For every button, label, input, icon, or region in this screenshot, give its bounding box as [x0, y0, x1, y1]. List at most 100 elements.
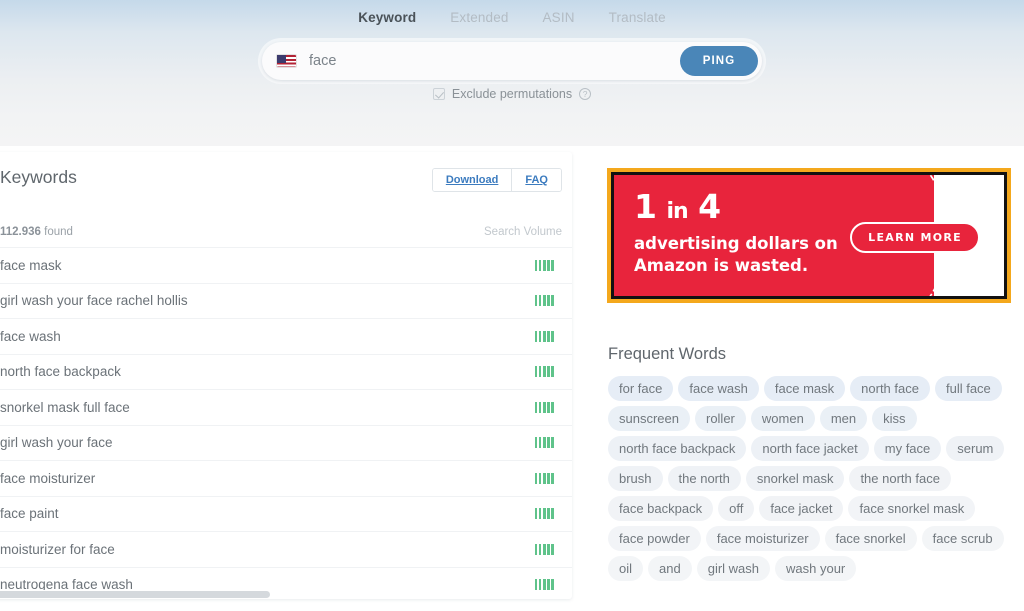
frequent-word-chip[interactable]: the north face	[849, 466, 951, 491]
exclude-permutations-checkbox[interactable]	[432, 88, 445, 100]
frequent-word-chip[interactable]: women	[750, 406, 815, 431]
volume-bar	[547, 472, 550, 484]
frequent-word-chip[interactable]: north face backpack	[608, 436, 747, 461]
keyword-text: moisturizer for face	[0, 541, 115, 557]
table-row[interactable]: north face backpack	[0, 353, 572, 390]
ad-inner-frame: 1 in 4 advertising dollars on Amazon is …	[611, 172, 1007, 299]
search-input[interactable]	[297, 52, 680, 70]
question-mark-icon[interactable]: ?	[579, 88, 592, 100]
frequent-word-chip[interactable]: brush	[608, 466, 663, 491]
found-count: 112.936 found	[0, 226, 73, 238]
frequent-word-chip[interactable]: north face	[850, 376, 930, 401]
volume-bar	[547, 437, 550, 449]
table-row[interactable]: face wash	[0, 318, 572, 354]
frequent-word-chip[interactable]: the north	[667, 466, 741, 491]
frequent-word-chip[interactable]: full face	[934, 376, 1002, 401]
keyword-text: girl wash your face rachel hollis	[0, 293, 188, 309]
advertisement-banner[interactable]: 1 in 4 advertising dollars on Amazon is …	[607, 168, 1011, 303]
volume-bar	[534, 543, 538, 555]
table-row[interactable]: girl wash your face	[0, 424, 572, 461]
volume-bar	[538, 508, 542, 520]
frequent-word-chip[interactable]: face snorkel mask	[848, 496, 976, 521]
frequent-word-chip[interactable]: face backpack	[608, 496, 714, 521]
ad-headline-number: 1	[634, 187, 657, 226]
volume-bar	[551, 330, 554, 342]
horizontal-scrollbar-thumb[interactable]	[0, 591, 270, 598]
volume-bar	[538, 401, 542, 413]
frequent-word-chip[interactable]: girl wash	[696, 556, 771, 581]
volume-bar	[534, 508, 538, 520]
ping-button[interactable]: PING	[680, 46, 758, 76]
frequent-word-chip[interactable]: face snorkel	[824, 526, 917, 551]
volume-bar	[547, 259, 550, 271]
learn-more-button[interactable]: LEARN MORE	[850, 222, 980, 253]
volume-bar	[551, 259, 554, 271]
download-button[interactable]: Download	[432, 169, 512, 191]
volume-bar	[547, 401, 550, 413]
table-row[interactable]: face mask	[0, 247, 572, 283]
keyword-text: snorkel mask full face	[0, 399, 130, 415]
exclude-permutations-label: Exclude permutations	[451, 87, 573, 101]
volume-bar	[538, 295, 542, 307]
volume-bar	[538, 543, 542, 555]
table-row[interactable]: snorkel mask full face	[0, 389, 572, 425]
ad-body-text: advertising dollars on Amazon is wasted.	[634, 234, 838, 276]
frequent-word-chip[interactable]: serum	[946, 436, 1005, 461]
frequent-word-chip[interactable]: face powder	[608, 526, 701, 551]
us-flag-icon[interactable]	[276, 54, 297, 68]
keyword-text: girl wash your face	[0, 435, 113, 451]
frequent-word-chip[interactable]: and	[648, 556, 692, 581]
frequent-word-chip[interactable]: face jacket	[759, 496, 844, 521]
frequent-word-chip[interactable]: face moisturizer	[705, 526, 820, 551]
frequent-word-chip[interactable]: face mask	[763, 376, 846, 401]
frequent-word-chip[interactable]: men	[819, 406, 868, 431]
frequent-word-chip[interactable]: face scrub	[921, 526, 1004, 551]
keywords-panel: Keywords Download FAQ 112.936 found Sear…	[0, 152, 572, 599]
volume-bar	[534, 295, 538, 307]
table-row[interactable]: girl wash your face rachel hollis	[0, 282, 572, 319]
volume-bar	[551, 543, 554, 555]
volume-bar	[551, 579, 554, 591]
frequent-word-chip[interactable]: off	[718, 496, 755, 521]
frequent-word-chip[interactable]: roller	[694, 406, 746, 431]
exclude-permutations-row: Exclude permutations ?	[0, 87, 1024, 101]
volume-bar	[534, 579, 538, 591]
frequent-word-chip[interactable]: my face	[873, 436, 942, 461]
tab-keyword[interactable]: Keyword	[358, 10, 416, 25]
found-count-suffix: found	[40, 226, 73, 238]
frequent-word-chip[interactable]: oil	[608, 556, 644, 581]
faq-button[interactable]: FAQ	[511, 169, 561, 191]
tab-translate[interactable]: Translate	[609, 10, 666, 25]
volume-bar	[538, 259, 542, 271]
frequent-word-chip[interactable]: snorkel mask	[745, 466, 845, 491]
frequent-word-chip[interactable]: face wash	[678, 376, 759, 401]
table-row[interactable]: moisturizer for face	[0, 531, 572, 567]
ad-canvas: 1 in 4 advertising dollars on Amazon is …	[614, 175, 1004, 296]
frequent-word-chip[interactable]: wash your	[775, 556, 857, 581]
tab-extended[interactable]: Extended	[450, 10, 508, 25]
table-row[interactable]: face paint	[0, 495, 572, 532]
frequent-word-chip[interactable]: for face	[608, 376, 674, 401]
search-volume-bars	[534, 579, 554, 591]
frequent-word-chip[interactable]: north face jacket	[751, 436, 869, 461]
keyword-text: face paint	[0, 506, 59, 522]
keyword-text: face moisturizer	[0, 470, 96, 486]
horizontal-scrollbar[interactable]	[0, 590, 562, 599]
tab-asin[interactable]: ASIN	[543, 10, 575, 25]
volume-bar	[534, 472, 538, 484]
volume-bar	[538, 472, 542, 484]
page-title: Keywords	[0, 167, 77, 187]
volume-bar	[543, 259, 546, 271]
search-volume-bars	[534, 366, 554, 378]
frequent-word-chip[interactable]: kiss	[872, 406, 917, 431]
table-row[interactable]: face moisturizer	[0, 460, 572, 496]
mode-tabs: Keyword Extended ASIN Translate	[0, 10, 1024, 25]
volume-bar	[543, 543, 546, 555]
volume-bar	[543, 295, 546, 307]
keyword-text: face mask	[0, 257, 62, 273]
volume-bar	[547, 366, 550, 378]
search-volume-bars	[534, 543, 554, 555]
volume-bar	[543, 579, 546, 591]
frequent-word-chip[interactable]: sunscreen	[608, 406, 690, 431]
keywords-list: face mask girl wash your face rachel holl…	[0, 247, 572, 599]
